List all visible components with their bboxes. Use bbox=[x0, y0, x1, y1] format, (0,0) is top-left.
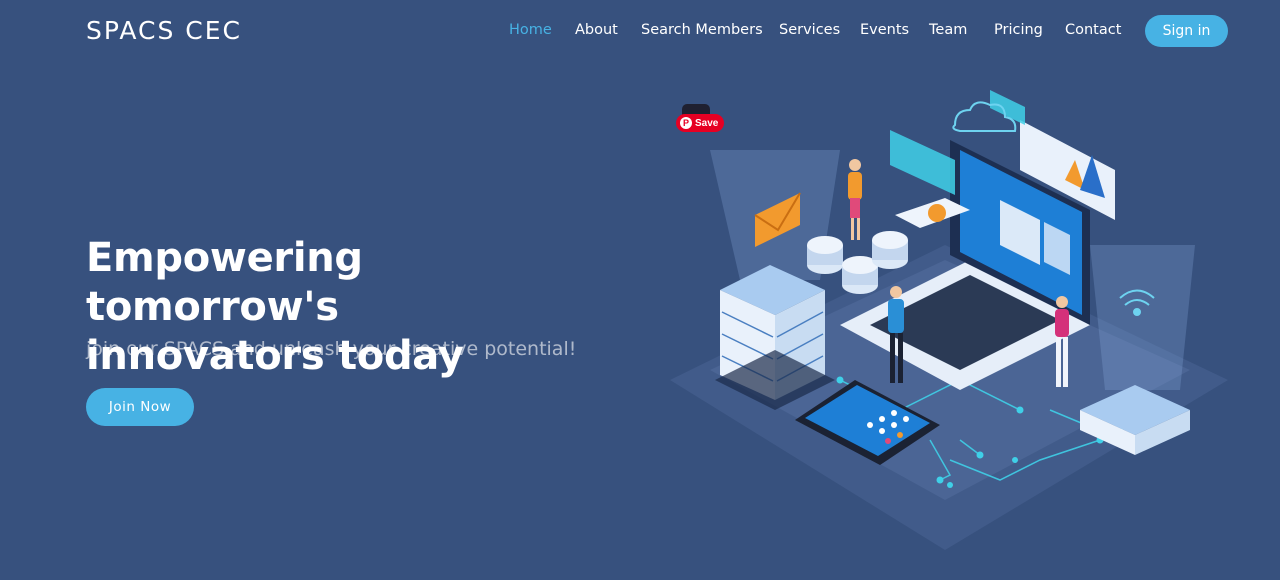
nav-pricing[interactable]: Pricing bbox=[994, 22, 1043, 38]
nav-team[interactable]: Team bbox=[929, 22, 967, 38]
hero-illustration bbox=[670, 90, 1228, 550]
nav-about[interactable]: About bbox=[575, 22, 618, 38]
server-stack-left bbox=[715, 265, 835, 410]
person-standing-top bbox=[848, 159, 862, 240]
nav-home[interactable]: Home bbox=[509, 22, 552, 38]
nav-services[interactable]: Services bbox=[779, 22, 840, 38]
join-now-button[interactable]: Join Now bbox=[86, 388, 194, 426]
site-header: SPACS CEC Home About Search Members Serv… bbox=[0, 0, 1280, 62]
nav-search-members[interactable]: Search Members bbox=[641, 22, 763, 38]
nav-contact[interactable]: Contact bbox=[1065, 22, 1121, 38]
sign-in-button[interactable]: Sign in bbox=[1145, 15, 1228, 47]
hero-subtitle: join our SPACS and unleash your creative… bbox=[86, 338, 577, 360]
hero-title-line1: Empowering tomorrow's bbox=[86, 235, 363, 330]
nav-events[interactable]: Events bbox=[860, 22, 909, 38]
main-nav: Home About Search Members Services Event… bbox=[0, 0, 1280, 62]
light-beam-right bbox=[1090, 245, 1195, 390]
